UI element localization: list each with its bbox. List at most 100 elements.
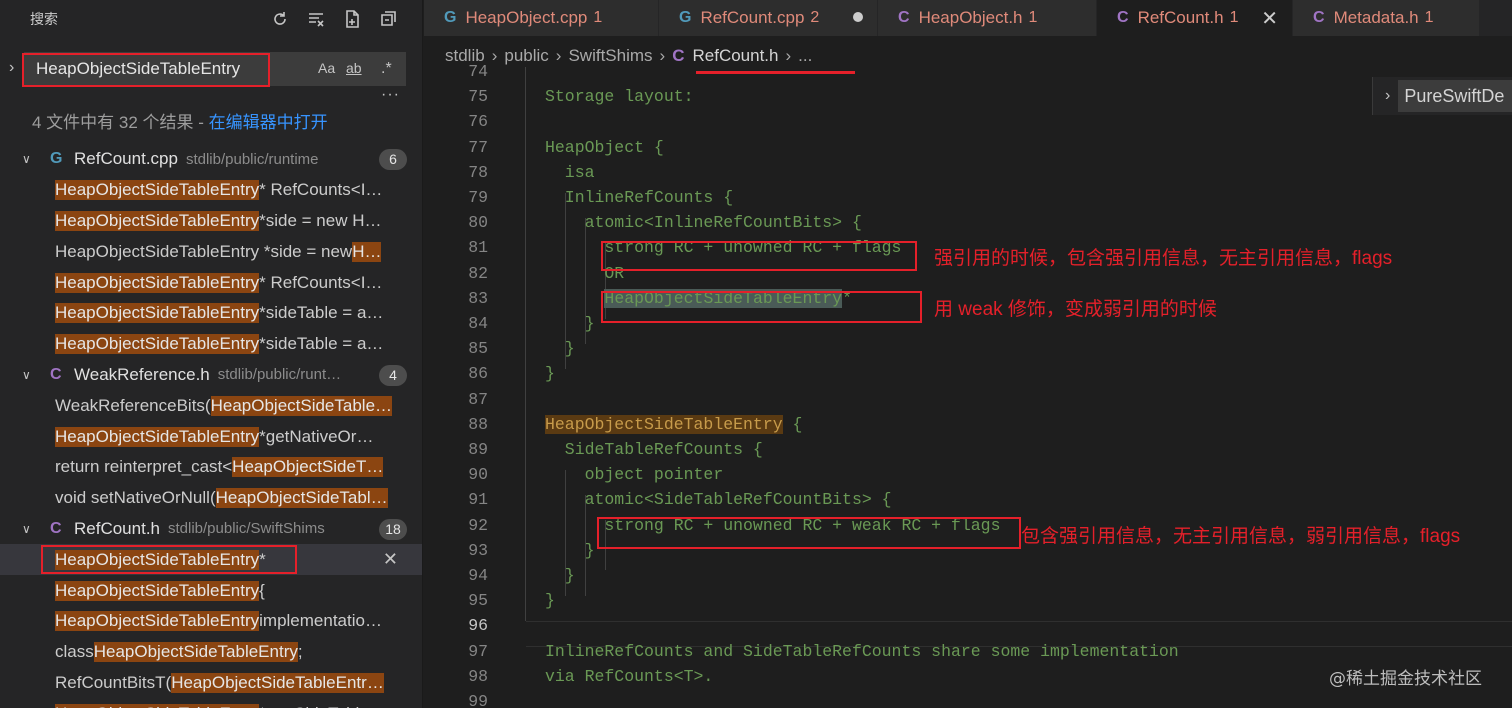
result-file-row[interactable]: ∨ C RefCount.h stdlib/public/SwiftShims 18 — [0, 514, 422, 545]
match-highlight: HeapObjectSideTable… — [210, 395, 393, 416]
line-number: 97 — [468, 641, 488, 661]
whole-word-toggle[interactable]: ab — [346, 60, 362, 76]
code-text: } — [545, 540, 595, 560]
code-text: } — [545, 364, 555, 384]
code-line: 88 HeapObjectSideTableEntry { — [424, 412, 1512, 437]
result-match-row[interactable]: HeapObjectSideTableEntry* getSideTabl… — [0, 698, 422, 708]
line-number: 92 — [468, 515, 488, 535]
code-text: SideTableRefCounts { — [545, 440, 763, 459]
code-text: InlineRefCounts and SideTableRefCounts s… — [545, 641, 1179, 661]
result-match-row[interactable]: WeakReferenceBits(HeapObjectSideTable… — [0, 390, 422, 421]
match-text-after: *sideTable = a… — [259, 303, 384, 323]
line-number: 79 — [468, 188, 488, 207]
refresh-icon[interactable] — [268, 7, 292, 31]
result-match-row[interactable]: HeapObjectSideTableEntry * ✕ — [0, 544, 422, 576]
new-search-editor-icon[interactable] — [340, 7, 364, 31]
result-file-path: stdlib/public/SwiftShims — [168, 520, 325, 538]
line-number: 75 — [468, 87, 488, 107]
cpp-file-icon: G — [679, 9, 692, 26]
tab-label: RefCount.cpp — [700, 8, 805, 27]
result-match-row[interactable]: void setNativeOrNull(HeapObjectSideTabl… — [0, 483, 422, 514]
tab-problem-count: 1 — [1229, 9, 1239, 26]
result-match-row[interactable]: HeapObjectSideTableEntry *side = new H… — [0, 206, 422, 237]
collapse-all-icon[interactable] — [376, 7, 400, 31]
close-tab-icon[interactable]: ✕ — [1261, 6, 1278, 31]
result-match-row[interactable]: HeapObjectSideTableEntry { — [0, 575, 422, 606]
result-file-row[interactable]: ∨ C WeakReference.h stdlib/public/runt… 4 — [0, 360, 422, 391]
line-number: 96 — [468, 616, 488, 636]
tab-refcount-cpp[interactable]: G RefCount.cpp 2 — [659, 0, 878, 36]
result-match-row[interactable]: RefCountBitsT(HeapObjectSideTableEntr… — [0, 668, 422, 699]
line-number: 93 — [468, 540, 488, 560]
result-tree: ∨ G RefCount.cpp stdlib/public/runtime 6 Heap… — [0, 144, 422, 708]
line-number: 76 — [468, 112, 488, 132]
tab-refcount-h[interactable]: C RefCount.h 1 ✕ — [1097, 0, 1293, 36]
line-number: 74 — [468, 62, 488, 81]
match-text-before: void setNativeOrNull( — [55, 488, 216, 508]
code-text: object pointer — [545, 465, 724, 485]
code-line: 97 InlineRefCounts and SideTableRefCounts… — [424, 639, 1512, 664]
code-text: isa — [545, 162, 595, 182]
annotation-text-line81: 强引用的时候，包含强引用信息，无主引用信息，flags — [934, 248, 1393, 269]
code-line: 87 — [424, 387, 1512, 412]
result-count-badge: 6 — [379, 149, 407, 170]
match-text-after: *side = new H… — [259, 210, 382, 230]
match-highlight: HeapObjectSideTableEntry — [55, 426, 260, 447]
annotation-text-line92: 包含强引用信息，无主引用信息，弱引用信息，flags — [1021, 526, 1461, 547]
c-header-icon: C — [50, 519, 62, 537]
result-match-row[interactable]: HeapObjectSideTableEntry * RefCounts<I… — [0, 175, 422, 206]
match-case-toggle[interactable]: Aa — [318, 60, 335, 76]
result-file-row[interactable]: ∨ G RefCount.cpp stdlib/public/runtime 6 — [0, 144, 422, 175]
chevron-down-icon[interactable]: ∨ — [22, 152, 40, 166]
annotation-box-line92 — [597, 517, 1021, 549]
result-match-row[interactable]: HeapObjectSideTableEntry * RefCounts<I… — [0, 267, 422, 298]
dismiss-match-icon[interactable]: ✕ — [383, 549, 398, 570]
code-text: Storage layout: — [545, 87, 694, 107]
sticky-scroll-label: PureSwiftDe — [1398, 80, 1512, 112]
sidebar-header: 搜索 — [0, 0, 422, 38]
chevron-down-icon[interactable]: ∨ — [22, 522, 40, 536]
code-text: atomic<SideTableRefCountBits> { — [545, 490, 892, 510]
match-text-after: *getNativeOr… — [259, 426, 374, 446]
tab-label: RefCount.h — [1137, 8, 1224, 27]
code-line: 90 object pointer — [424, 462, 1512, 487]
line-number: 78 — [468, 162, 488, 182]
result-summary: 4 文件中有 32 个结果 - 在编辑器中打开 — [32, 108, 328, 133]
result-match-row[interactable]: HeapObjectSideTableEntry *getNativeOr… — [0, 421, 422, 452]
line-number: 98 — [468, 666, 488, 686]
result-match-row[interactable]: class HeapObjectSideTableEntry; — [0, 637, 422, 668]
code-line: 95} — [424, 588, 1512, 613]
regex-toggle[interactable]: .* — [381, 60, 392, 78]
match-highlight: HeapObjectSideTableEntry — [55, 180, 260, 201]
code-text: } — [545, 339, 575, 359]
tab-metadata-h[interactable]: C Metadata.h 1 — [1293, 0, 1480, 36]
tab-problem-count: 1 — [1028, 9, 1038, 26]
result-match-row[interactable]: return reinterpret_cast< HeapObjectSideT… — [0, 452, 422, 483]
result-match-row[interactable]: HeapObjectSideTableEntry *sideTable = a… — [0, 329, 422, 360]
toggle-replace-chevron-icon[interactable]: › — [9, 59, 14, 77]
c-header-icon: C — [50, 365, 62, 383]
clear-results-icon[interactable] — [304, 7, 328, 31]
tab-heapobject-h[interactable]: C HeapObject.h 1 — [878, 0, 1097, 36]
match-text-before: HeapObjectSideTableEntry *side = new — [55, 241, 353, 261]
sticky-scroll-outline[interactable]: › PureSwiftDe — [1372, 77, 1512, 115]
result-match-row[interactable]: HeapObjectSideTableEntry *side = new H… — [0, 236, 422, 267]
chevron-down-icon[interactable]: ∨ — [22, 368, 40, 382]
tab-heapobject-cpp[interactable]: G HeapObject.cpp 1 — [424, 0, 659, 36]
tab-label: HeapObject.h — [918, 8, 1023, 27]
match-highlight: HeapObjectSideT… — [232, 457, 384, 478]
result-match-row[interactable]: HeapObjectSideTableEntry implementatio… — [0, 606, 422, 637]
result-match-row[interactable]: HeapObjectSideTableEntry *sideTable = a… — [0, 298, 422, 329]
match-text-after: ; — [297, 642, 303, 662]
open-in-editor-link[interactable]: 在编辑器中打开 — [209, 113, 328, 132]
more-options-icon[interactable]: ··· — [381, 86, 400, 104]
search-sidebar: 搜索 › Aa ab .* ··· 4 文件中有 32 个结果 - 在编辑器中打… — [0, 0, 423, 708]
match-highlight: H… — [352, 241, 382, 262]
annotation-box-search — [22, 53, 270, 87]
result-file-path: stdlib/public/runt… — [217, 366, 342, 384]
result-file-name: RefCount.cpp — [74, 149, 178, 169]
line-number: 80 — [468, 213, 488, 233]
match-highlight: HeapObjectSideTableEntry — [55, 272, 260, 293]
code-editor[interactable]: 74 75 Storage layout: 76 77 HeapObject {78 is… — [424, 62, 1512, 708]
code-text: atomic<InlineRefCountBits> { — [545, 213, 862, 233]
